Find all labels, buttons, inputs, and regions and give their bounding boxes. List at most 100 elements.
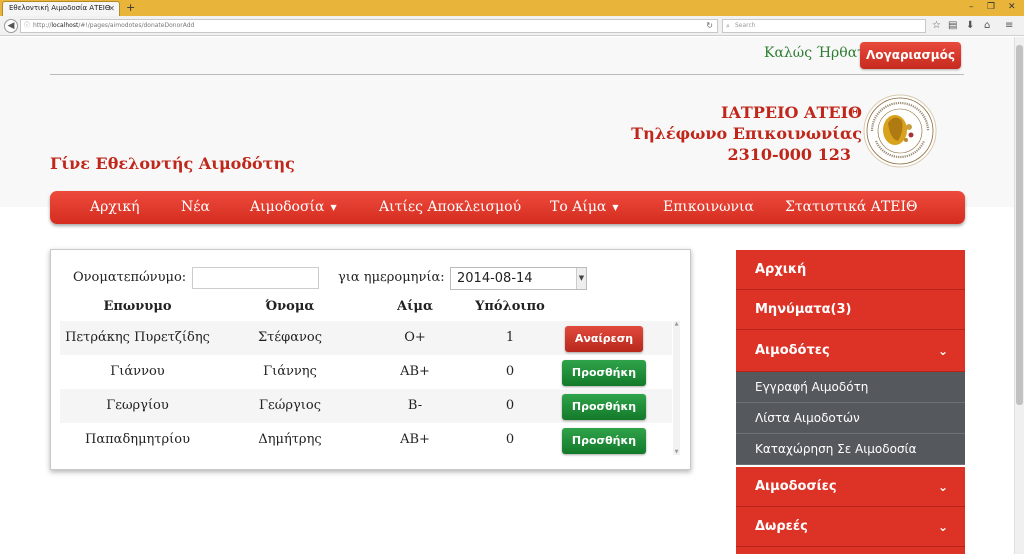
- add-donation-button[interactable]: Προσθήκη: [562, 428, 646, 454]
- cancel-donation-button[interactable]: Αναίρεση: [565, 326, 643, 352]
- phone-number: 2310-000 123: [727, 145, 851, 164]
- cell-surname: Πετράκης Πυρετζίδης: [65, 330, 210, 345]
- date-select-value: 2014-08-14: [457, 271, 533, 286]
- sidebar-item-messages[interactable]: Μηνύματα(3): [736, 290, 965, 330]
- sidebar-item-label: Αιμοδότες: [755, 343, 830, 358]
- sidebar-subitem-donor-list[interactable]: Λίστα Αιμοδοτών: [736, 403, 965, 434]
- close-tab-icon[interactable]: ✕: [108, 2, 115, 15]
- url-prefix: http://: [33, 22, 52, 29]
- cell-surname: Παπαδημητρίου: [85, 432, 190, 447]
- clinic-name: ΙΑΤΡΕΙΟ ΑΤΕΙΘ: [721, 103, 862, 122]
- column-header-blood: Αίμα: [397, 299, 433, 314]
- nav-item-contact[interactable]: Επικοινωνια: [663, 191, 754, 224]
- sidebar-item-label: Αρχική: [755, 262, 807, 277]
- clipboard-icon[interactable]: ▤: [948, 19, 957, 33]
- nav-item-statistics[interactable]: Στατιστικά ΑΤΕΙΘ: [785, 191, 917, 224]
- sidebar-item-label: Λίστα Αιμοδοτών: [755, 411, 860, 425]
- nav-item-home[interactable]: Αρχική: [90, 191, 139, 224]
- chevron-down-icon: ⌄: [937, 344, 948, 358]
- url-host: localhost: [51, 22, 79, 29]
- download-icon[interactable]: ⬇: [966, 19, 974, 33]
- sidebar-item-partial[interactable]: [736, 547, 965, 554]
- header-divider: [50, 74, 964, 75]
- search-icon: ⌕: [726, 22, 730, 30]
- sidebar-item-donations[interactable]: Δωρεές ⌄: [736, 507, 965, 547]
- phone-label: Τηλέφωνο Επικοινωνίας: [631, 124, 862, 143]
- browser-search-placeholder: Search: [735, 22, 756, 29]
- nav-item-label: Το Αίμα: [550, 199, 607, 215]
- bookmark-star-icon[interactable]: ☆: [932, 19, 941, 33]
- chevron-down-icon: ⌄: [937, 480, 948, 494]
- nav-item-label: Επικοινωνια: [663, 199, 754, 215]
- column-header-surname: Επωνυμο: [103, 299, 172, 314]
- cell-name: Δημήτρης: [258, 432, 322, 447]
- minimize-icon[interactable]: –: [969, 1, 974, 13]
- nav-item-label: Στατιστικά ΑΤΕΙΘ: [785, 199, 918, 215]
- back-arrow-icon[interactable]: ◀: [4, 19, 18, 33]
- home-icon[interactable]: ⌂: [984, 19, 990, 33]
- chevron-down-icon[interactable]: ▼: [576, 268, 586, 289]
- add-donation-button[interactable]: Προσθήκη: [562, 394, 646, 420]
- caret-down-icon: ▼: [330, 203, 337, 212]
- new-tab-icon[interactable]: +: [126, 0, 135, 15]
- nav-item-the-blood[interactable]: Το Αίμα ▼: [550, 191, 619, 224]
- page-info-icon[interactable]: ⓘ: [24, 20, 30, 32]
- chevron-down-icon: ⌄: [937, 520, 948, 534]
- fullname-input[interactable]: [192, 267, 319, 289]
- cell-balance: 0: [505, 398, 515, 413]
- table-row: Γεωργίου Γεώργιος B- 0 Προσθήκη: [60, 389, 672, 423]
- cell-blood: AB+: [400, 364, 430, 379]
- scroll-down-icon[interactable]: ▼: [673, 449, 680, 455]
- sidebar-item-blood-donations[interactable]: Αιμοδοσίες ⌄: [736, 467, 965, 507]
- page-scrollbar-thumb[interactable]: [1016, 45, 1023, 405]
- url-path: /#!/pages/aimodotes/donateDonorAdd: [78, 22, 195, 29]
- cell-name: Γεώργιος: [259, 398, 321, 413]
- page-scrollbar[interactable]: [1014, 37, 1024, 554]
- cell-name: Γιάννης: [263, 364, 317, 379]
- nav-item-label: Νέα: [181, 199, 210, 215]
- date-select[interactable]: 2014-08-14 ▼: [450, 267, 587, 290]
- table-scrollbar[interactable]: ▲ ▼: [673, 321, 680, 455]
- restore-icon[interactable]: ❐: [987, 1, 995, 13]
- table-row: Γιάννου Γιάννης AB+ 0 Προσθήκη: [60, 355, 672, 389]
- cell-surname: Γεωργίου: [106, 398, 169, 413]
- add-donation-button[interactable]: Προσθήκη: [562, 360, 646, 386]
- cell-blood: O+: [404, 330, 426, 345]
- browser-tab[interactable]: Εθελοντική Αιμοδοσία ΑΤΕΙΘ ✕: [2, 1, 120, 16]
- cell-surname: Γιάννου: [110, 364, 165, 379]
- welcome-text: Καλώς Ήρθατε: [764, 45, 873, 61]
- cell-name: Στέφανος: [257, 330, 322, 345]
- account-button[interactable]: Λογαριασμός: [860, 42, 961, 69]
- column-header-name: Όνομα: [265, 299, 315, 314]
- sidebar-subitem-donation-entry[interactable]: Καταχώρηση Σε Αιμοδοσία: [736, 434, 965, 465]
- browser-tab-title: Εθελοντική Αιμοδοσία ΑΤΕΙΘ: [9, 4, 111, 12]
- sidebar-item-label: Καταχώρηση Σε Αιμοδοσία: [755, 442, 917, 456]
- cell-balance: 0: [505, 364, 515, 379]
- nav-item-exclusion-reasons[interactable]: Αιτίες Αποκλεισμού: [379, 191, 521, 224]
- scroll-up-icon[interactable]: ▲: [673, 321, 680, 327]
- nav-item-news[interactable]: Νέα: [181, 191, 210, 224]
- nav-item-label: Αιτίες Αποκλεισμού: [379, 199, 522, 215]
- menu-icon[interactable]: ≡: [1005, 19, 1013, 33]
- sidebar: Αρχική Μηνύματα(3) Αιμοδότες ⌄ Εγγραφή Αι…: [736, 250, 965, 554]
- sidebar-item-donors[interactable]: Αιμοδότες ⌄: [736, 330, 965, 372]
- caret-down-icon: ▼: [612, 203, 619, 212]
- column-header-balance: Υπόλοιπο: [475, 299, 545, 314]
- cell-blood: B-: [407, 398, 423, 413]
- cell-blood: AB+: [400, 432, 430, 447]
- close-window-icon[interactable]: ✕: [1008, 1, 1016, 13]
- sidebar-item-label: Αιμοδοσίες: [755, 479, 837, 494]
- sidebar-item-home[interactable]: Αρχική: [736, 250, 965, 290]
- main-navigation: Αρχική Νέα Αιμοδοσία ▼ Αιτίες Αποκλεισμού…: [50, 191, 965, 224]
- address-bar[interactable]: ⓘ http://localhost/#!/pages/aimodotes/do…: [20, 19, 718, 33]
- cell-balance: 1: [505, 330, 515, 345]
- browser-titlebar: Εθελοντική Αιμοδοσία ΑΤΕΙΘ ✕ + – ❐ ✕: [0, 0, 1024, 16]
- sidebar-subitem-register-donor[interactable]: Εγγραφή Αιμοδότη: [736, 372, 965, 403]
- university-seal-logo: [863, 94, 937, 168]
- reload-icon[interactable]: ↻: [706, 20, 713, 32]
- browser-toolbar: ◀ ⓘ http://localhost/#!/pages/aimodotes/…: [0, 16, 1024, 36]
- nav-item-label: Αιμοδοσία: [250, 199, 325, 215]
- nav-item-blood-donation[interactable]: Αιμοδοσία ▼: [250, 191, 337, 224]
- browser-search-input[interactable]: ⌕ Search: [722, 19, 926, 33]
- sidebar-item-label: Δωρεές: [755, 519, 808, 534]
